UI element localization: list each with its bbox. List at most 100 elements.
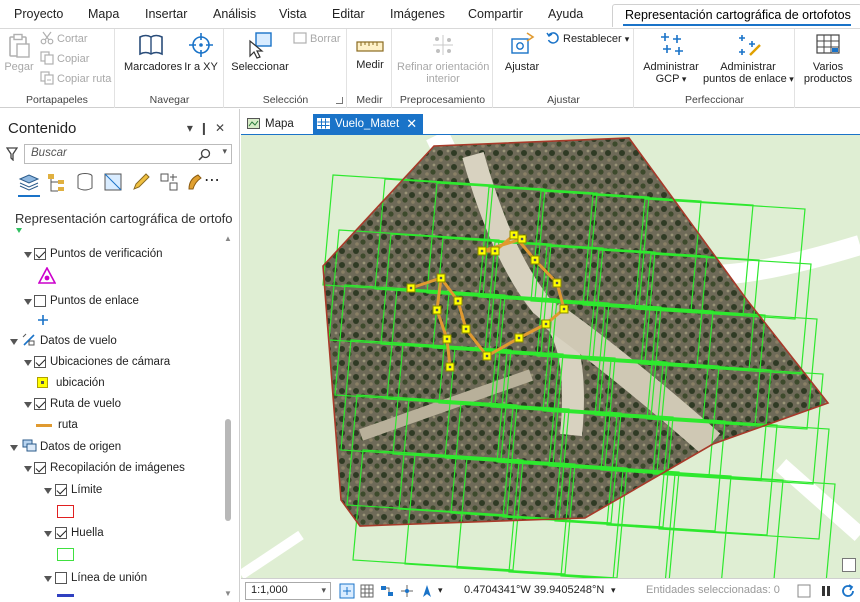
collapse-datos-origen[interactable] [10, 445, 18, 451]
tab-mapa[interactable]: Mapa [88, 7, 119, 21]
tab-editar[interactable]: Editar [332, 7, 365, 21]
map-title[interactable]: Representación cartográfica de ortofo [15, 211, 233, 226]
layer-ruta-vuelo[interactable]: Ruta de vuelo [50, 396, 121, 412]
collapse-linea-union[interactable] [44, 576, 52, 582]
pause-icon[interactable] [818, 583, 834, 599]
search-icon [198, 148, 211, 161]
seleccionar-button[interactable]: Seleccionar [231, 31, 289, 73]
collapse-puntos-enlace[interactable] [24, 299, 32, 305]
pane-menu-icon[interactable]: ▾ [187, 121, 199, 135]
flight-group-icon [22, 333, 35, 346]
checkbox-puntos-enlace[interactable] [34, 295, 46, 307]
cortar-button[interactable]: Cortar [40, 31, 88, 47]
checkbox-ubicaciones-camara[interactable] [34, 356, 46, 368]
scrollbar-thumb[interactable] [225, 419, 231, 521]
list-by-drawing-order-tab[interactable] [18, 171, 40, 197]
scroll-down-icon[interactable]: ▼ [224, 589, 232, 598]
refresh-icon[interactable] [840, 583, 856, 599]
administrar-gcp-button[interactable]: Administrar GCP ▾ [639, 31, 703, 85]
copiar-button[interactable]: Copiar [40, 51, 89, 67]
map-view[interactable] [241, 135, 860, 578]
checkbox-limite[interactable] [55, 484, 67, 496]
list-by-database-tab[interactable] [74, 171, 96, 193]
coordinates-dropdown-icon[interactable]: ▾ [611, 585, 616, 596]
checkbox-ruta-vuelo[interactable] [34, 398, 46, 410]
close-tab-icon[interactable]: ✕ [406, 114, 417, 134]
refinar-orientacion-button[interactable]: Refinar orientación interior [397, 31, 489, 85]
close-pane-icon[interactable]: ✕ [215, 121, 231, 135]
map-side-tool-icon[interactable] [842, 558, 856, 572]
restablecer-button[interactable]: Restablecer ▾ [546, 31, 629, 47]
list-by-source-tab[interactable] [46, 171, 68, 193]
navigation-dropdown-icon[interactable]: ▾ [438, 585, 443, 596]
layer-ubicaciones-camara[interactable]: Ubicaciones de cámara [50, 354, 170, 370]
seleccion-launcher[interactable] [336, 97, 343, 104]
collapse-ruta-vuelo[interactable] [24, 402, 32, 408]
layer-huella[interactable]: Huella [71, 525, 104, 541]
map-canvas[interactable] [241, 135, 860, 578]
layer-limite[interactable]: Límite [71, 482, 102, 498]
collapse-ubicaciones-camara[interactable] [24, 360, 32, 366]
list-by-labeling-tab[interactable] [184, 171, 206, 193]
north-arrow-icon[interactable] [419, 583, 435, 599]
grid-icon[interactable] [359, 583, 375, 599]
products-grid-icon [816, 34, 840, 54]
pin-icon[interactable]: ❙ [199, 121, 215, 135]
admin-pe-chevron-icon: ▾ [786, 74, 794, 84]
collapse-huella[interactable] [44, 531, 52, 537]
layer-linea-union[interactable]: Línea de unión [71, 570, 147, 586]
group-portapapeles: Pegar Cortar Copiar Copiar ruta Portapap… [0, 29, 115, 108]
database-icon [77, 173, 93, 191]
borrar-button[interactable]: Borrar [293, 31, 341, 47]
medir-button[interactable]: Medir [352, 35, 388, 71]
pegar-button[interactable]: Pegar [4, 33, 34, 73]
group-datos-vuelo[interactable]: Datos de vuelo [40, 333, 117, 349]
list-by-snapping-tab[interactable] [158, 171, 180, 193]
list-by-editing-tab[interactable] [130, 171, 152, 193]
scrollbar-track[interactable] [224, 237, 232, 597]
ir-xy-button[interactable]: Ir a XY [182, 31, 220, 73]
varios-productos-button[interactable]: Varios productos [800, 31, 856, 85]
snapping-status-icon[interactable] [399, 583, 415, 599]
more-options-icon[interactable]: ⋯ [204, 171, 226, 193]
scroll-up-icon[interactable]: ▲ [224, 234, 232, 243]
tab-analisis[interactable]: Análisis [213, 7, 256, 21]
checkbox-linea-union[interactable] [55, 572, 67, 584]
layer-recopilacion-imagenes[interactable]: Recopilación de imágenes [50, 460, 185, 476]
marcadores-button[interactable]: Marcadores [124, 31, 182, 73]
gcp-icon [661, 33, 683, 55]
doctab-vuelo-matet[interactable]: Vuelo_Matet ✕ [313, 114, 424, 134]
checkbox-puntos-verificacion[interactable] [34, 248, 46, 260]
collapse-limite[interactable] [44, 488, 52, 494]
collapse-recopilacion[interactable] [24, 466, 32, 472]
tab-vista[interactable]: Vista [279, 7, 307, 21]
checkbox-huella[interactable] [55, 527, 67, 539]
tab-insertar[interactable]: Insertar [145, 7, 187, 21]
refresh-small-icon[interactable] [796, 583, 812, 599]
tab-imagenes[interactable]: Imágenes [390, 7, 445, 21]
list-by-selection-tab[interactable] [102, 171, 124, 193]
camera-location-dot [435, 308, 439, 312]
search-placeholder: Buscar [31, 147, 67, 159]
group-ajustar: Ajustar Restablecer ▾ Ajustar [494, 29, 634, 108]
group-datos-origen[interactable]: Datos de origen [40, 439, 121, 455]
layer-puntos-enlace[interactable]: Puntos de enlace [50, 293, 139, 309]
collapse-datos-vuelo[interactable] [10, 339, 18, 345]
copiar-ruta-button[interactable]: Copiar ruta [40, 71, 111, 87]
tab-compartir[interactable]: Compartir [468, 7, 523, 21]
fixed-zoom-icon[interactable] [339, 583, 355, 599]
checkbox-recopilacion[interactable] [34, 462, 46, 474]
filter-icon[interactable] [6, 147, 18, 161]
search-dropdown-icon[interactable]: ▾ [222, 146, 227, 157]
scale-selector[interactable]: 1:1,000 ▾ [245, 582, 331, 600]
layer-puntos-verificacion[interactable]: Puntos de verificación [50, 246, 163, 262]
tab-proyecto[interactable]: Proyecto [14, 7, 63, 21]
collapse-puntos-verificacion[interactable] [24, 252, 32, 258]
layout-icon[interactable] [379, 583, 395, 599]
tab-representacion-ortofotos[interactable]: Representación cartográfica de ortofotos [612, 4, 860, 27]
tab-ayuda[interactable]: Ayuda [548, 7, 583, 21]
search-input[interactable]: Buscar ▾ [24, 144, 232, 164]
doctab-mapa[interactable]: Mapa [243, 114, 311, 134]
administrar-puntos-enlace-button[interactable]: Administrar puntos de enlace ▾ [703, 31, 794, 85]
ajustar-button[interactable]: Ajustar [500, 31, 544, 73]
